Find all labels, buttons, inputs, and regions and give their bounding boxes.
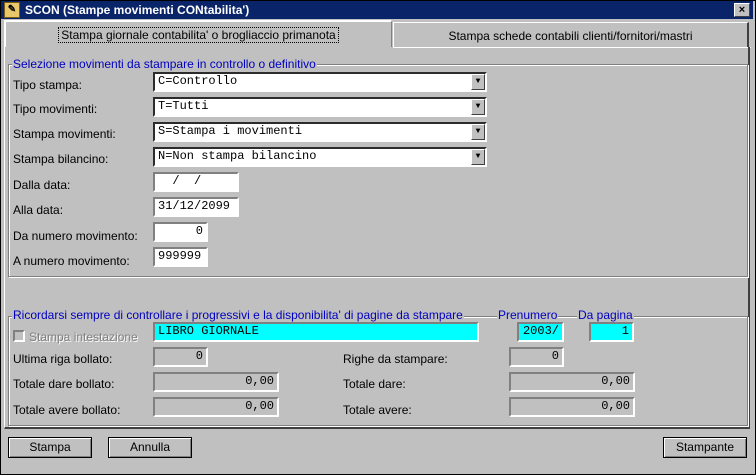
ultima-riga-label: Ultima riga bollato: — [13, 352, 113, 366]
totale-dare-value: 0,00 — [509, 372, 635, 392]
totale-dare-bollato-label: Totale dare bollato: — [13, 377, 115, 391]
prenumero-input[interactable]: 2003/ — [517, 322, 564, 342]
tipo-stampa-select[interactable]: C=Controllo ▼ — [153, 72, 487, 92]
tipo-stampa-value: C=Controllo — [158, 74, 238, 88]
intestazione-checkbox[interactable] — [13, 330, 25, 342]
selezione-legend: Selezione movimenti da stampare in contr… — [12, 57, 317, 71]
a-numero-label: A numero movimento: — [13, 254, 130, 268]
prenumero-label: Prenumero — [497, 308, 559, 322]
da-numero-input[interactable]: 0 — [153, 222, 208, 242]
da-numero-label: Da numero movimento: — [13, 229, 138, 243]
alla-data-label: Alla data: — [13, 203, 64, 217]
a-numero-input[interactable]: 999999 — [153, 247, 208, 267]
tipo-stampa-label: Tipo stampa: — [13, 78, 82, 92]
chevron-down-icon[interactable]: ▼ — [471, 124, 485, 140]
tab-stampa-giornale[interactable]: Stampa giornale contabilita' o brogliacc… — [4, 20, 392, 47]
totale-avere-bollato-value: 0,00 — [153, 397, 279, 417]
da-pagina-label: Da pagina — [577, 308, 634, 322]
dalla-data-label: Dalla data: — [13, 178, 71, 192]
intestazione-label: Stampa intestazione — [29, 330, 138, 344]
stampa-bilancino-select[interactable]: N=Non stampa bilancino ▼ — [153, 147, 487, 167]
stampa-movimenti-value: S=Stampa i movimenti — [158, 124, 303, 138]
tipo-movimenti-select[interactable]: T=Tutti ▼ — [153, 97, 487, 117]
totale-avere-label: Totale avere: — [343, 403, 412, 417]
stampa-button[interactable]: Stampa — [8, 437, 92, 458]
totale-dare-label: Totale dare: — [343, 377, 406, 391]
stampa-movimenti-label: Stampa movimenti: — [13, 127, 116, 141]
close-button[interactable]: × — [734, 3, 750, 17]
righe-da-stampare-label: Righe da stampare: — [343, 352, 448, 366]
chevron-down-icon[interactable]: ▼ — [471, 149, 485, 165]
stampa-bilancino-value: N=Non stampa bilancino — [158, 149, 317, 163]
window-title: SCON (Stampe movimenti CONtabilita') — [25, 3, 250, 17]
righe-da-stampare-value: 0 — [509, 347, 564, 367]
da-pagina-input[interactable]: 1 — [589, 322, 634, 342]
totale-avere-bollato-label: Totale avere bollato: — [13, 403, 121, 417]
tab-label: Stampa schede contabili clienti/fornitor… — [448, 29, 693, 43]
intestazione-input[interactable]: LIBRO GIORNALE — [153, 322, 479, 342]
totale-dare-bollato-value: 0,00 — [153, 372, 279, 392]
totale-avere-value: 0,00 — [509, 397, 635, 417]
tipo-movimenti-value: T=Tutti — [158, 99, 209, 113]
ultima-riga-value: 0 — [153, 347, 208, 367]
stampa-bilancino-label: Stampa bilancino: — [13, 152, 109, 166]
chevron-down-icon[interactable]: ▼ — [471, 99, 485, 115]
title-bar[interactable]: ✎ SCON (Stampe movimenti CONtabilita') × — [1, 1, 753, 19]
tipo-movimenti-label: Tipo movimenti: — [13, 102, 98, 116]
dalla-data-input[interactable]: / / — [153, 172, 239, 192]
stampante-button[interactable]: Stampante — [663, 437, 747, 458]
app-icon: ✎ — [4, 2, 20, 18]
ricordarsi-legend: Ricordarsi sempre di controllare i progr… — [12, 308, 464, 322]
tab-label: Stampa giornale contabilita' o brogliacc… — [58, 27, 339, 43]
chevron-down-icon[interactable]: ▼ — [471, 74, 485, 90]
selezione-group — [8, 64, 748, 277]
alla-data-input[interactable]: 31/12/2099 — [153, 197, 239, 217]
annulla-button[interactable]: Annulla — [108, 437, 192, 458]
stampa-movimenti-select[interactable]: S=Stampa i movimenti ▼ — [153, 122, 487, 142]
tab-stampa-schede[interactable]: Stampa schede contabili clienti/fornitor… — [393, 22, 749, 48]
